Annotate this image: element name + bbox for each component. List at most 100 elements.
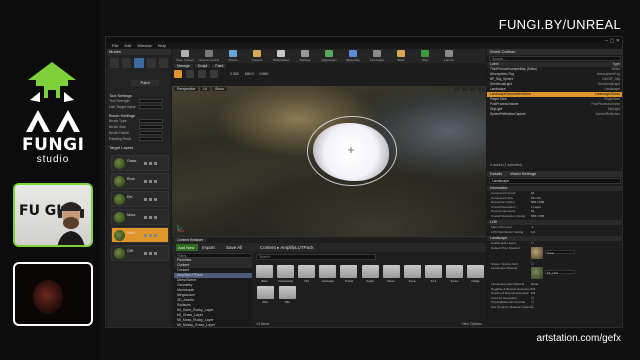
megascans-button[interactable]: Megascans <box>320 50 338 62</box>
import-button[interactable]: Import <box>202 244 215 251</box>
layer-item[interactable]: Grass <box>111 155 169 171</box>
dynamic-material-checkbox[interactable]: ☐ <box>531 305 534 309</box>
folder-tile[interactable]: Sunset <box>445 265 463 283</box>
folder-tile[interactable]: Roads <box>361 265 379 283</box>
menu-window[interactable]: Window <box>137 43 151 48</box>
world-outliner-tab[interactable]: World Outliner <box>487 49 622 55</box>
source-control-button[interactable]: Source Control <box>199 50 219 62</box>
rotation-snap-icon[interactable] <box>462 87 468 91</box>
content-browser-tab[interactable]: Content Browser <box>174 238 207 242</box>
tab-details[interactable]: Details <box>490 171 502 177</box>
layer-browse-icon[interactable] <box>154 198 157 201</box>
brush-tool-icon[interactable] <box>174 70 182 78</box>
grid-snap-icon[interactable] <box>454 87 460 91</box>
tree-item[interactable]: MI_Mossy_Grass_Layer <box>174 323 252 327</box>
folder-tile[interactable]: Nature <box>382 265 400 283</box>
geometry-mode-icon[interactable] <box>158 58 169 68</box>
add-new-button[interactable]: Add New <box>176 244 198 251</box>
flatten-tool-icon[interactable] <box>198 70 206 78</box>
tool-strength-field[interactable] <box>139 99 163 103</box>
save-all-button[interactable]: Save All <box>226 244 242 251</box>
layer-item-selected[interactable]: Sand <box>111 227 169 243</box>
folder-tile[interactable]: Film <box>298 265 316 283</box>
smooth-tool-icon[interactable] <box>186 70 194 78</box>
phys-override-checkbox[interactable]: ☐ <box>531 300 534 304</box>
level-viewport[interactable]: Perspective Lit Show <box>172 86 486 236</box>
viewport-perspective-button[interactable]: Perspective <box>174 87 199 91</box>
landscape-material-select[interactable]: MI_LAN <box>545 270 575 275</box>
navigation-checkbox[interactable]: ☑ <box>531 296 534 300</box>
layer-save-icon[interactable] <box>149 162 152 165</box>
layer-save-icon[interactable] <box>149 252 152 255</box>
layer-browse-icon[interactable] <box>154 180 157 183</box>
folder-tile[interactable]: Wild <box>278 286 296 304</box>
asset-search-input[interactable]: Search <box>256 254 376 260</box>
viewport-show-button[interactable]: Show <box>212 87 227 91</box>
breadcrumb-folder[interactable]: AmplifyLUTPack <box>280 245 313 250</box>
brush-settings-section[interactable]: Brush Settings <box>109 113 169 118</box>
launch-button[interactable]: Launch <box>440 50 458 62</box>
neg-z-bounds-input[interactable]: 0.0 <box>531 287 535 291</box>
paint-restriction-field[interactable] <box>139 137 163 141</box>
save-current-button[interactable]: Save Current <box>176 50 194 62</box>
layer-item[interactable]: Moss <box>111 209 169 225</box>
max-lod-input[interactable]: -1 <box>531 225 534 229</box>
scale-snap-icon[interactable] <box>470 87 476 91</box>
noise-tool-icon[interactable] <box>210 70 218 78</box>
folder-tile[interactable]: Scene <box>403 265 421 283</box>
modes-button[interactable]: Modes <box>224 50 242 62</box>
pos-z-bounds-input[interactable]: 0.0 <box>531 291 535 295</box>
tab-world-settings[interactable]: World Settings <box>510 171 536 177</box>
tab-sculpt[interactable]: Sculpt <box>194 64 211 68</box>
target-layers-section[interactable]: Target Layers <box>109 145 169 150</box>
tab-manage[interactable]: Manage <box>174 64 193 68</box>
view-options-button[interactable]: View Options <box>461 322 482 326</box>
viewport-lit-button[interactable]: Lit <box>200 87 210 91</box>
menu-edit[interactable]: Edit <box>124 43 131 48</box>
brush-size-field[interactable] <box>139 125 163 129</box>
folder-tile[interactable]: Sci-fi <box>424 265 442 283</box>
landscape-mode-icon[interactable] <box>134 58 144 68</box>
cinematics-button[interactable]: Cinematics <box>368 50 386 62</box>
layer-browse-icon[interactable] <box>154 162 157 165</box>
window-controls[interactable]: ─ ▢ ✕ <box>605 38 620 44</box>
paint-mode-icon[interactable] <box>122 58 132 68</box>
layer-item[interactable]: Rock <box>111 173 169 189</box>
layer-add-icon[interactable] <box>144 252 147 255</box>
layer-add-icon[interactable] <box>144 198 147 201</box>
camera-speed-icon[interactable] <box>478 87 484 91</box>
layer-add-icon[interactable] <box>144 216 147 219</box>
layer-item[interactable]: Cliff <box>111 245 169 261</box>
lod-distribution-input[interactable]: 1.0 <box>531 230 535 234</box>
menu-help[interactable]: Help <box>158 43 166 48</box>
phys-material-select[interactable]: None <box>545 249 575 255</box>
tool-settings-section[interactable]: Tool Settings <box>109 93 169 98</box>
play-button[interactable]: Play <box>416 50 434 62</box>
blueprints-button[interactable]: Blueprints <box>344 50 362 62</box>
folder-tile[interactable]: Basic <box>256 265 274 283</box>
layer-save-icon[interactable] <box>149 234 152 237</box>
brush-strength-value[interactable]: 0.300 <box>230 72 239 76</box>
layer-save-icon[interactable] <box>149 198 152 201</box>
brush-size-value[interactable]: 600.0 <box>245 72 254 76</box>
layer-add-icon[interactable] <box>144 162 147 165</box>
folder-tile[interactable]: Wide <box>256 286 274 304</box>
outliner-row[interactable]: SphereReflectionCapture SphereReflection <box>487 112 622 117</box>
layer-add-icon[interactable] <box>144 234 147 237</box>
content-button[interactable]: Content <box>248 50 266 62</box>
brush-falloff-value[interactable]: 0.500 <box>260 72 269 76</box>
marketplace-button[interactable]: Marketplace <box>272 50 290 62</box>
build-button[interactable]: Build <box>392 50 410 62</box>
folder-tile[interactable]: Landscape <box>319 265 337 283</box>
layer-save-icon[interactable] <box>149 180 152 183</box>
target-value-field[interactable] <box>139 105 163 109</box>
layer-browse-icon[interactable] <box>154 216 157 219</box>
hole-material-select[interactable]: None <box>531 282 538 286</box>
layer-add-icon[interactable] <box>144 180 147 183</box>
layer-save-icon[interactable] <box>149 216 152 219</box>
layer-browse-icon[interactable] <box>154 234 157 237</box>
actor-name-field[interactable]: Landscape <box>489 178 621 184</box>
outliner-search-input[interactable]: Search... <box>489 56 621 61</box>
brush-falloff-field[interactable] <box>139 131 163 135</box>
folder-tile[interactable]: ColorGrading <box>277 265 295 283</box>
